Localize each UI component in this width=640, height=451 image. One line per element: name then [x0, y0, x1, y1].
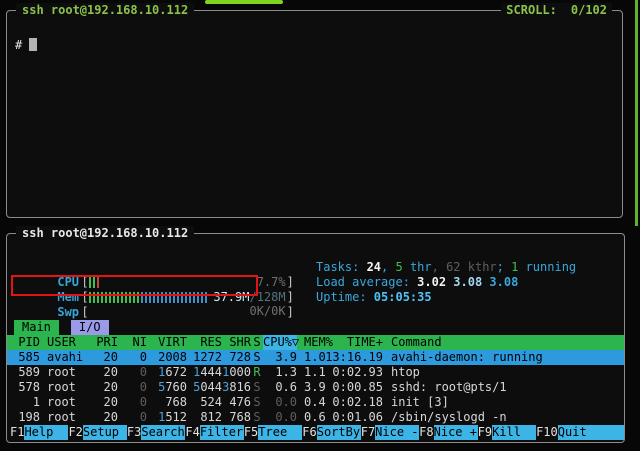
swap-meter: Swp[0K/0K] Uptime: 05:05:35	[7, 290, 624, 305]
scroll-indicator: SCROLL: 0/102	[501, 3, 612, 17]
shell-prompt[interactable]: #	[7, 11, 622, 52]
column-header-s[interactable]: S	[251, 335, 263, 350]
decor-top-green-line	[205, 0, 283, 4]
table-row[interactable]: 578root200576050443816S0.63.90:00.85sshd…	[7, 380, 624, 395]
table-row[interactable]: 1root200768524476S0.00.40:02.18init [3]	[7, 395, 624, 410]
fkey-quit[interactable]: F10Quit	[536, 425, 624, 440]
process-table-header: PIDUSERPRINIVIRTRESSHRSCPU%▽MEM%TIME+Com…	[7, 335, 624, 350]
decor-right-green-line	[635, 0, 638, 226]
column-header-cpu[interactable]: CPU%▽	[263, 335, 297, 350]
terminal-pane-bottom[interactable]: ssh root@192.168.10.112 CPU[7.7%] Tasks:…	[6, 233, 625, 443]
uptime: Uptime: 05:05:35	[316, 290, 432, 305]
fkey-help[interactable]: F1Help	[10, 425, 68, 440]
fkey-nice+[interactable]: F8Nice +	[419, 425, 477, 440]
fkey-kill[interactable]: F9Kill	[478, 425, 536, 440]
column-header-pri[interactable]: PRI	[91, 335, 118, 350]
scroll-value: 0/102	[571, 3, 607, 17]
column-header-user[interactable]: USER	[40, 335, 91, 350]
swap-meter-bars: 0K/0K	[89, 305, 287, 318]
terminal-cursor	[29, 38, 37, 51]
column-header-shr[interactable]: SHR	[222, 335, 251, 350]
column-header-mem[interactable]: MEM%	[297, 335, 325, 350]
scroll-label: SCROLL:	[506, 3, 557, 17]
prompt-char: #	[15, 38, 22, 52]
top-pane-title: ssh root@192.168.10.112	[16, 3, 194, 17]
htop-tab-bar: Main I/O	[7, 320, 624, 335]
cpu-meter: CPU[7.7%] Tasks: 24, 5 thr, 62 kthr; 1 r…	[7, 260, 624, 275]
mem-meter: Mem[37.9M/128M] Load average: 3.02 3.08 …	[7, 275, 624, 290]
table-row[interactable]: 589root200167214441000R1.31.10:02.93htop	[7, 365, 624, 380]
column-header-ni[interactable]: NI	[118, 335, 147, 350]
fkey-setup[interactable]: F2Setup	[68, 425, 126, 440]
fkey-filter[interactable]: F4Filter	[185, 425, 243, 440]
column-header-res[interactable]: RES	[187, 335, 222, 350]
column-header-command[interactable]: Command	[383, 335, 624, 350]
fkey-tree[interactable]: F5Tree	[244, 425, 302, 440]
bottom-pane-title: ssh root@192.168.10.112	[16, 226, 194, 240]
fkey-search[interactable]: F3Search	[127, 425, 185, 440]
column-header-time[interactable]: TIME+	[325, 335, 383, 350]
function-key-bar: F1HelpF2SetupF3SearchF4FilterF5TreeF6Sor…	[7, 425, 624, 440]
fkey-nice[interactable]: F7Nice -	[361, 425, 419, 440]
tab-io[interactable]: I/O	[71, 320, 109, 335]
load-average: Load average: 3.02 3.08 3.08	[316, 275, 518, 290]
table-row[interactable]: 198root2001512812768S0.00.60:01.06/sbin/…	[7, 410, 624, 425]
swap-meter-label: Swp	[57, 305, 81, 320]
process-table: 585avahi20020081272728S3.91.013:16.19ava…	[7, 350, 624, 425]
tab-main[interactable]: Main	[14, 320, 59, 335]
tasks-summary: Tasks: 24, 5 thr, 62 kthr; 1 running	[316, 260, 576, 275]
fkey-sortby[interactable]: F6SortBy	[302, 425, 360, 440]
table-row-selected[interactable]: 585avahi20020081272728S3.91.013:16.19ava…	[7, 350, 624, 365]
terminal-pane-top[interactable]: ssh root@192.168.10.112 SCROLL:0/102 #	[6, 10, 623, 218]
column-header-virt[interactable]: VIRT	[147, 335, 187, 350]
